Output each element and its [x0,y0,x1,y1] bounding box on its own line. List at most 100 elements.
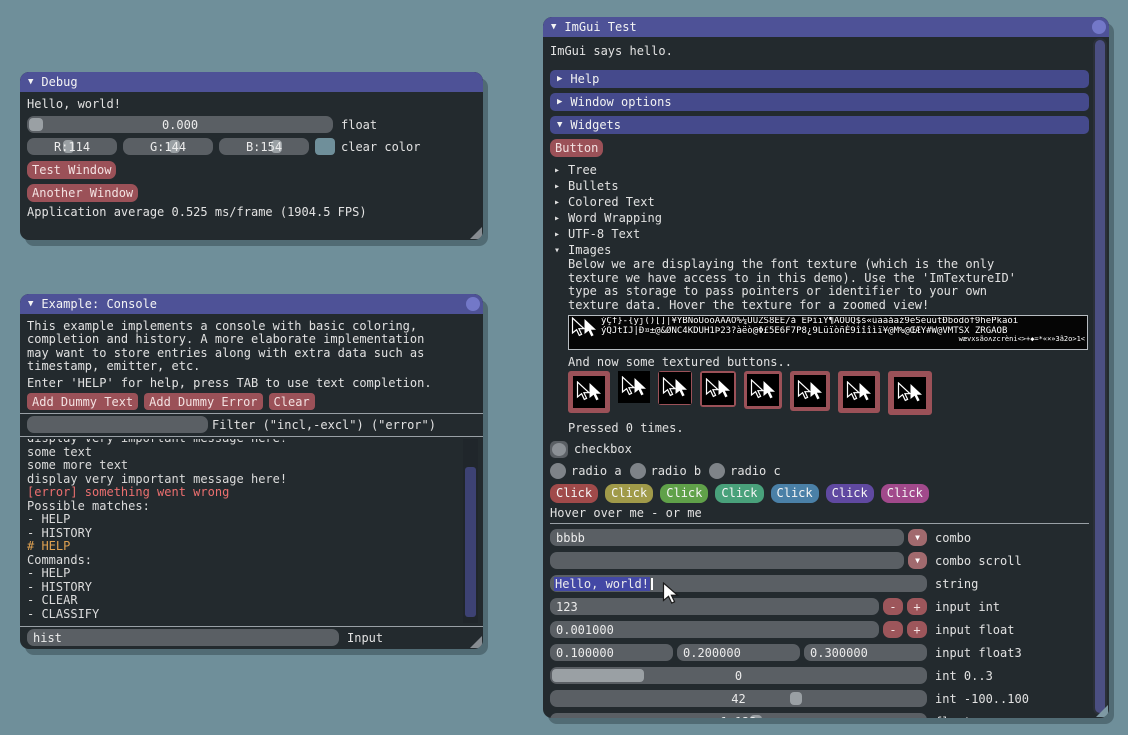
another-window-button[interactable]: Another Window [27,184,138,202]
image-button-2[interactable] [618,371,650,403]
g-slider[interactable]: G:144 [123,138,213,155]
collapse-circle-button[interactable] [1092,20,1106,34]
test-window-button[interactable]: Test Window [27,161,116,179]
input-float3-y[interactable]: 0.200000 [677,644,800,661]
log-scrollbar[interactable] [463,439,478,623]
float-slider-value: 1.123 [550,715,927,718]
combo-arrow-button[interactable]: ▼ [908,529,927,546]
float-slider[interactable]: 0.000 [27,116,333,133]
input-float3-x[interactable]: 0.100000 [550,644,673,661]
string-label: string [935,577,978,591]
input-int-row: 123 - + input int [550,598,1089,615]
int-slider[interactable]: 0 [550,667,927,684]
collapse-triangle-icon[interactable]: ▼ [28,299,33,309]
header-help[interactable]: ▶ Help [550,70,1089,88]
resize-grip[interactable] [1096,705,1108,717]
collapse-triangle-icon[interactable]: ▼ [551,22,556,32]
tree-item-word-wrapping[interactable]: ▸ Word Wrapping [550,210,1089,226]
combo-scroll-label: combo scroll [935,554,1022,568]
clear-color-swatch[interactable] [315,138,335,155]
checkbox[interactable] [550,441,568,458]
click-button-5[interactable]: Click [771,484,819,503]
string-input[interactable]: Hello, world! [550,575,927,592]
debug-window: ▼ Debug Hello, world! 0.000 float R:114 … [20,72,483,240]
image-button-7[interactable] [838,371,880,413]
log-line: - HELP [27,567,476,581]
tree-closed-icon: ▸ [554,165,562,176]
increment-button[interactable]: + [907,621,927,638]
click-button-6[interactable]: Click [826,484,874,503]
tree-item-bullets[interactable]: ▸ Bullets [550,178,1089,194]
click-button-3[interactable]: Click [660,484,708,503]
string-row: Hello, world! string [550,575,1089,592]
log-line: some more text [27,459,476,473]
combo-scroll-row: ▼ combo scroll [550,552,1089,569]
collapse-circle-button[interactable] [466,297,480,311]
console-intro-line: This example implements a console with b… [27,320,476,333]
image-button-8[interactable] [888,371,932,415]
window-scrollbar-thumb[interactable] [1095,40,1105,713]
hello-world-text: Hello, world! [27,98,476,111]
resize-grip[interactable] [470,636,482,648]
int2-slider[interactable]: 42 [550,690,927,707]
cursor-texture-icon [846,381,872,403]
tree-item-colored-text[interactable]: ▸ Colored Text [550,194,1089,210]
tree-item-label: Bullets [568,179,619,193]
log-scrollbar-thumb[interactable] [465,467,476,617]
tree-closed-icon: ▸ [554,213,562,224]
b-slider[interactable]: B:154 [219,138,309,155]
window-scrollbar[interactable] [1093,38,1107,715]
radio-c[interactable]: radio c [709,463,781,479]
radio-b[interactable]: radio b [630,463,702,479]
input-int-field[interactable]: 123 [550,598,879,615]
images-description-line: texture data. Hover the texture for a zo… [568,299,1089,312]
header-widgets[interactable]: ▼ Widgets [550,116,1089,134]
image-button-5[interactable] [744,371,782,409]
radio-b-label: radio b [651,464,702,478]
float-slider[interactable]: 1.123 [550,713,927,718]
image-button-4[interactable] [700,371,736,407]
click-button-7[interactable]: Click [881,484,929,503]
add-dummy-error-button[interactable]: Add Dummy Error [144,393,262,410]
decrement-button[interactable]: - [883,598,903,615]
tree-item-utf8-text[interactable]: ▸ UTF-8 Text [550,226,1089,242]
click-button-2[interactable]: Click [605,484,653,503]
button-widget[interactable]: Button [550,139,603,157]
console-command-input[interactable]: hist [27,629,339,646]
add-dummy-text-button[interactable]: Add Dummy Text [27,393,138,410]
input-float3-z[interactable]: 0.300000 [804,644,927,661]
image-button-1[interactable] [568,371,610,413]
chevron-right-icon: ▶ [557,74,562,84]
tree-item-images[interactable]: ▾ Images [550,242,1089,258]
click-button-1[interactable]: Click [550,484,598,503]
tree-item-tree[interactable]: ▸ Tree [550,162,1089,178]
decrement-button[interactable]: - [883,621,903,638]
rgb-row: R:114 G:144 B:154 clear color [27,138,476,155]
font-texture-image[interactable]: ýÇf}-{ÿj()[]|¥ÝBÑòÙõóÂÄÀÖ%¼ÙÚŽŠ8ÉÊ/å ÈÞî… [568,315,1088,350]
collapse-triangle-icon[interactable]: ▼ [28,77,33,87]
input-float-field[interactable]: 0.001000 [550,621,879,638]
filter-input[interactable] [27,416,208,433]
debug-titlebar[interactable]: ▼ Debug [20,72,483,92]
click-button-4[interactable]: Click [715,484,763,503]
hover-over-me-text[interactable]: Hover over me - or me [550,507,1089,520]
increment-button[interactable]: + [907,598,927,615]
b-slider-value: B:154 [219,140,309,154]
combo-arrow-button[interactable]: ▼ [908,552,927,569]
filter-label: Filter ("incl,-excl") ("error") [212,418,436,432]
combo-select[interactable]: bbbb [550,529,904,546]
combo-scroll-select[interactable] [550,552,904,569]
g-slider-value: G:144 [123,140,213,154]
radio-a[interactable]: radio a [550,463,622,479]
console-log-area[interactable]: display very important message here! som… [20,439,483,623]
header-window-options[interactable]: ▶ Window options [550,93,1089,111]
imgui-test-titlebar[interactable]: ▼ ImGui Test [543,17,1109,37]
image-button-3[interactable] [658,371,692,405]
image-button-6[interactable] [790,371,830,411]
combo-label: combo [935,531,971,545]
console-titlebar[interactable]: ▼ Example: Console [20,294,483,314]
cursor-texture-icon [797,380,823,402]
r-slider[interactable]: R:114 [27,138,117,155]
clear-button[interactable]: Clear [269,393,315,410]
resize-grip[interactable] [470,227,482,239]
